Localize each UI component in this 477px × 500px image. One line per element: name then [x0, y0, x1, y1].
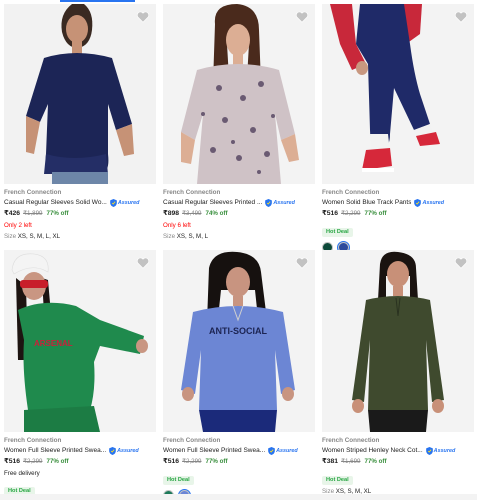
price-row: ₹898 ₹3,499 74% off [163, 208, 315, 220]
brand-name: French Connection [163, 189, 221, 196]
delivery-info: Free delivery [4, 470, 40, 477]
discount-percent: 74% off [205, 210, 228, 217]
product-image[interactable] [163, 4, 315, 184]
next-row-edge [0, 494, 477, 500]
product-title[interactable]: Women Striped Henley Neck Cot... [322, 445, 423, 456]
assured-badge: Assured [265, 198, 295, 207]
price-row: ₹381 ₹1,699 77% off [322, 456, 474, 468]
selling-price: ₹898 [163, 210, 180, 217]
assured-badge: Assured [268, 446, 298, 455]
price-row: ₹516 ₹2,299 77% off [163, 456, 315, 468]
product-info: French Connection Women Full Sleeve Prin… [4, 436, 156, 497]
assured-badge: Assured [425, 446, 455, 455]
mrp-price: ₹3,499 [182, 210, 202, 217]
discount-percent: 77% off [364, 210, 387, 217]
brand-name: French Connection [4, 437, 62, 444]
heart-icon[interactable] [295, 256, 309, 270]
shield-icon [110, 198, 117, 207]
assured-badge: Assured [110, 198, 139, 207]
product-info: French Connection Women Solid Blue Track… [322, 188, 474, 253]
product-title[interactable]: Women Full Sleeve Printed Swea... [4, 445, 106, 456]
discount-percent: 77% off [364, 458, 387, 465]
mrp-price: ₹2,299 [182, 458, 202, 465]
product-image[interactable] [322, 250, 474, 432]
selling-price: ₹426 [4, 210, 21, 217]
discount-percent: 77% off [205, 458, 228, 465]
brand-name: French Connection [322, 189, 380, 196]
product-grid: French Connection Casual Regular Sleeves… [0, 0, 477, 500]
heart-icon[interactable] [454, 10, 468, 24]
product-info: French Connection Casual Regular Sleeves… [163, 188, 315, 242]
shield-icon [425, 446, 433, 455]
product-title[interactable]: Casual Regular Sleeves Printed ... [163, 197, 262, 208]
product-title[interactable]: Casual Regular Sleeves Solid Wo... [4, 197, 107, 208]
assured-badge: Assured [109, 446, 139, 455]
mrp-price: ₹1,699 [341, 458, 361, 465]
heart-icon[interactable] [136, 256, 150, 270]
hot-deal-badge: Hot Deal [322, 228, 353, 237]
product-info: French Connection Women Striped Henley N… [322, 436, 474, 497]
shield-icon [265, 198, 273, 207]
heart-icon[interactable] [136, 10, 150, 24]
shield-icon [109, 446, 116, 455]
brand-name: French Connection [163, 437, 221, 444]
selling-price: ₹516 [163, 458, 180, 465]
selling-price: ₹381 [322, 458, 339, 465]
mrp-price: ₹2,299 [23, 458, 43, 465]
hot-deal-badge: Hot Deal [322, 476, 353, 485]
price-row: ₹516 ₹2,299 77% off [322, 208, 474, 220]
price-row: ₹426 ₹1,899 77% off [4, 208, 156, 220]
product-info: French Connection Casual Regular Sleeves… [4, 188, 156, 242]
selling-price: ₹516 [322, 210, 339, 217]
size-list: Size XS, S, M, L [163, 233, 209, 240]
svg-text:ANTI-SOCIAL: ANTI-SOCIAL [209, 326, 267, 336]
heart-icon[interactable] [295, 10, 309, 24]
discount-percent: 77% off [46, 210, 69, 217]
product-image[interactable] [4, 4, 156, 184]
hot-deal-badge: Hot Deal [163, 476, 194, 485]
product-title[interactable]: Women Full Sleeve Printed Swea... [163, 445, 265, 456]
price-row: ₹516 ₹2,299 77% off [4, 456, 156, 468]
stock-status: Only 6 left [163, 222, 191, 229]
brand-name: French Connection [322, 437, 380, 444]
product-info: French Connection Women Full Sleeve Prin… [163, 436, 315, 500]
active-tab-indicator [60, 0, 135, 2]
selling-price: ₹516 [4, 458, 21, 465]
size-list: Size XS, S, M, L, XL [4, 233, 61, 240]
product-title[interactable]: Women Solid Blue Track Pants [322, 197, 411, 208]
product-image[interactable] [322, 4, 474, 184]
stock-status: Only 2 left [4, 222, 32, 229]
svg-text:ARSENAL: ARSENAL [34, 339, 73, 348]
assured-badge: Assured [414, 198, 444, 207]
brand-name: French Connection [4, 189, 62, 196]
product-image[interactable]: ANTI-SOCIAL [163, 250, 315, 432]
heart-icon[interactable] [454, 256, 468, 270]
shield-icon [268, 446, 275, 455]
mrp-price: ₹1,899 [23, 210, 43, 217]
shield-icon [414, 198, 422, 207]
mrp-price: ₹2,299 [341, 210, 361, 217]
discount-percent: 77% off [46, 458, 69, 465]
product-image[interactable]: ARSENAL [4, 250, 156, 432]
